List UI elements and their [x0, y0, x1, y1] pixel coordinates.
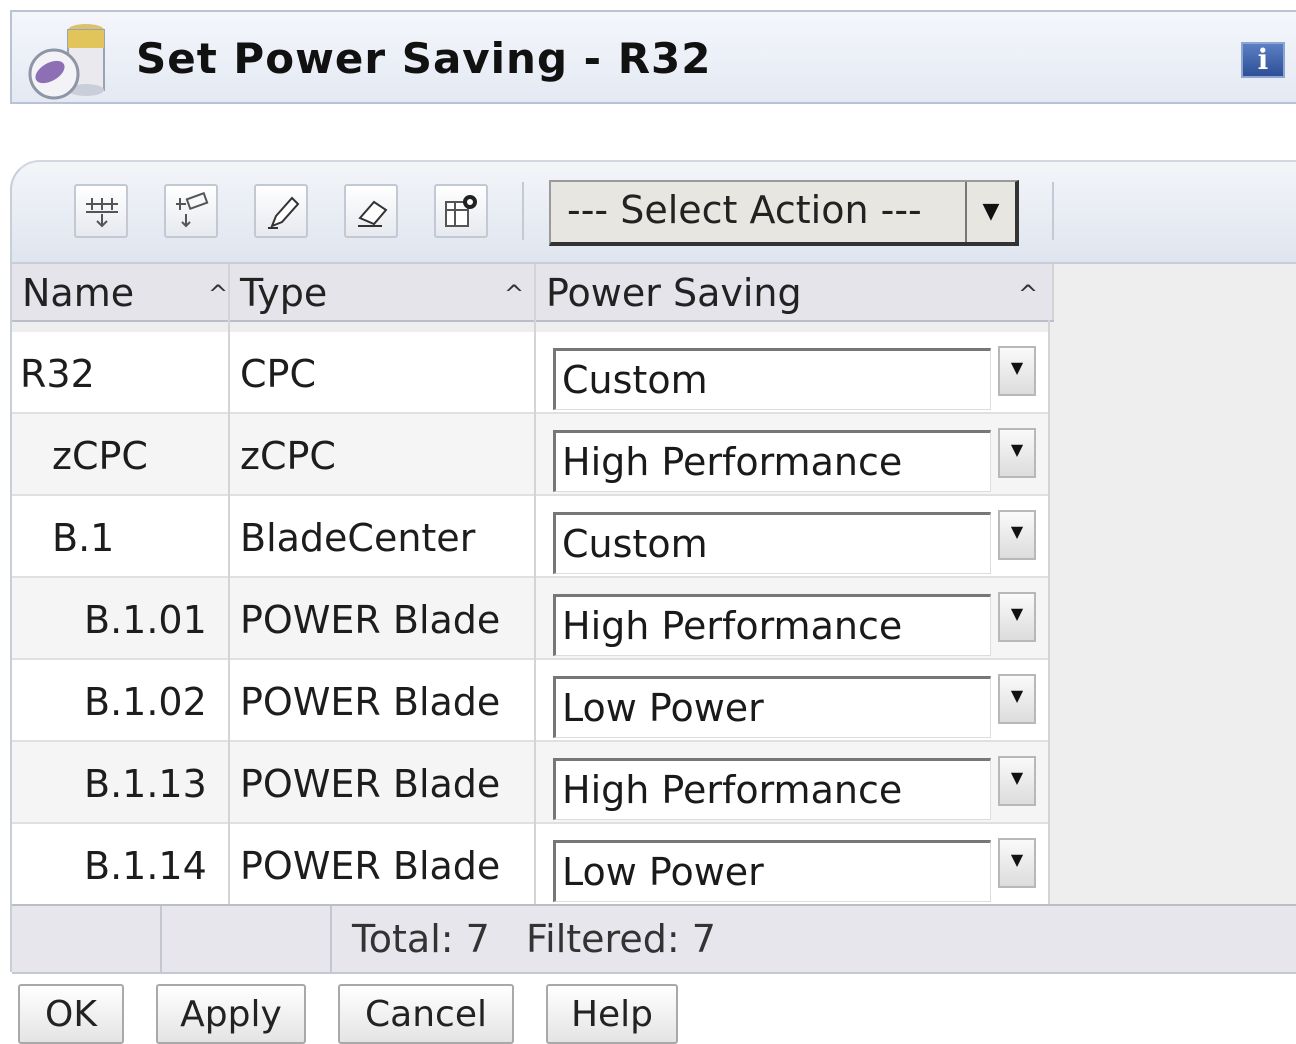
power-saving-select[interactable]: High Performance: [553, 594, 991, 656]
column-header-power-saving[interactable]: Power Saving ^: [546, 264, 1046, 320]
power-saving-select[interactable]: High Performance: [553, 758, 991, 820]
power-saving-select[interactable]: Low Power: [553, 676, 991, 738]
column-divider: [1048, 320, 1050, 904]
row-type: CPC: [240, 352, 316, 396]
sort-ascending-icon[interactable]: ^: [208, 264, 228, 324]
column-header-type[interactable]: Type ^: [240, 264, 536, 320]
footer-divider: [330, 906, 332, 972]
table-row[interactable]: zCPC zCPC High Performance ▼: [12, 414, 1048, 496]
select-action-dropdown[interactable]: --- Select Action --- ▼: [549, 180, 1019, 246]
row-type: POWER Blade: [240, 762, 501, 806]
table-row[interactable]: B.1.02 POWER Blade Low Power ▼: [12, 660, 1048, 742]
power-saving-select[interactable]: High Performance: [553, 430, 991, 492]
column-header-label: Name: [22, 271, 135, 315]
column-divider: [534, 264, 536, 320]
select-action-label: --- Select Action ---: [567, 188, 922, 232]
table-header: Name ^ Type ^ Power Saving ^: [12, 264, 1054, 322]
table-row[interactable]: B.1 BladeCenter Custom ▼: [12, 496, 1048, 578]
info-icon[interactable]: i: [1241, 42, 1285, 78]
row-name: B.1.13: [84, 762, 207, 806]
column-divider: [1052, 264, 1054, 320]
chevron-down-icon[interactable]: ▼: [998, 346, 1036, 396]
configure-columns-icon[interactable]: [434, 184, 488, 238]
cancel-button[interactable]: Cancel: [338, 984, 514, 1044]
table-row[interactable]: R32 CPC Custom ▼: [12, 332, 1048, 414]
row-type: BladeCenter: [240, 516, 476, 560]
table-row[interactable]: B.1.13 POWER Blade High Performance ▼: [12, 742, 1048, 824]
toolbar-separator: [1052, 182, 1054, 240]
help-button[interactable]: Help: [546, 984, 678, 1044]
column-divider: [228, 320, 230, 904]
row-type: POWER Blade: [240, 844, 501, 888]
edit-pencil-icon[interactable]: [254, 184, 308, 238]
ok-button[interactable]: OK: [18, 984, 124, 1044]
row-name: B.1.01: [84, 598, 207, 642]
table-row[interactable]: B.1.01 POWER Blade High Performance ▼: [12, 578, 1048, 660]
row-count-status: Total: 7 Filtered: 7: [352, 917, 716, 961]
table-row[interactable]: B.1.14 POWER Blade Low Power ▼: [12, 824, 1048, 906]
power-battery-icon: [20, 18, 116, 104]
row-name: B.1.02: [84, 680, 207, 724]
title-bar: Set Power Saving - R32 i: [10, 10, 1296, 104]
expand-all-icon[interactable]: [74, 184, 128, 238]
row-name: zCPC: [52, 434, 148, 478]
toolbar-separator: [522, 182, 524, 240]
power-saving-select[interactable]: Custom: [553, 348, 991, 410]
chevron-down-icon[interactable]: ▼: [998, 674, 1036, 724]
column-header-label: Power Saving: [546, 271, 802, 315]
column-divider: [534, 320, 536, 904]
eraser-icon[interactable]: [344, 184, 398, 238]
clear-filter-icon[interactable]: [164, 184, 218, 238]
row-type: POWER Blade: [240, 598, 501, 642]
apply-button[interactable]: Apply: [156, 984, 306, 1044]
chevron-down-icon[interactable]: ▼: [998, 428, 1036, 478]
table-footer: Total: 7 Filtered: 7: [12, 904, 1296, 974]
power-saving-select[interactable]: Low Power: [553, 840, 991, 902]
sort-ascending-icon[interactable]: ^: [504, 264, 524, 324]
sort-ascending-icon[interactable]: ^: [1018, 264, 1038, 324]
column-header-name[interactable]: Name ^: [22, 264, 228, 320]
footer-divider: [160, 906, 162, 972]
row-name: B.1: [52, 516, 115, 560]
chevron-down-icon[interactable]: ▼: [998, 838, 1036, 888]
chevron-down-icon[interactable]: ▼: [998, 510, 1036, 560]
power-saving-select[interactable]: Custom: [553, 512, 991, 574]
column-divider: [228, 264, 230, 320]
row-type: zCPC: [240, 434, 336, 478]
row-type: POWER Blade: [240, 680, 501, 724]
chevron-down-icon[interactable]: ▼: [998, 592, 1036, 642]
row-name: R32: [20, 352, 95, 396]
chevron-down-icon[interactable]: ▼: [965, 182, 1015, 242]
row-name: B.1.14: [84, 844, 207, 888]
chevron-down-icon[interactable]: ▼: [998, 756, 1036, 806]
window-title: Set Power Saving - R32: [136, 34, 712, 83]
column-header-label: Type: [240, 271, 328, 315]
